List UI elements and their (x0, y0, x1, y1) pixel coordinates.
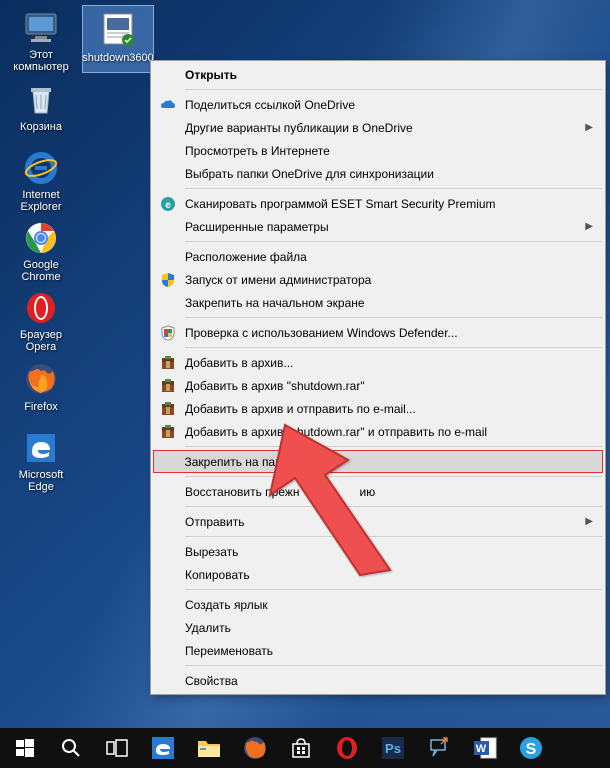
winrar-icon (159, 377, 177, 395)
computer-icon (21, 9, 61, 47)
search-button[interactable] (48, 728, 94, 768)
ie-icon (21, 149, 61, 187)
chrome-icon (21, 219, 61, 257)
winrar-icon (159, 400, 177, 418)
taskbar-firefox[interactable] (232, 728, 278, 768)
taskbar-photoshop[interactable]: Ps (370, 728, 416, 768)
menu-eset-scan[interactable]: e Сканировать программой ESET Smart Secu… (153, 192, 603, 215)
trash-icon (21, 79, 61, 119)
firefox-icon[interactable]: Firefox (5, 355, 77, 423)
menu-properties[interactable]: Свойства (153, 669, 603, 692)
menu-add-rar-email[interactable]: Добавить в архив "shutdown.rar" и отправ… (153, 420, 603, 443)
menu-onedrive-other[interactable]: Другие варианты публикации в OneDrive▶ (153, 116, 603, 139)
start-button[interactable] (2, 728, 48, 768)
menu-view-internet[interactable]: Просмотреть в Интернете (153, 139, 603, 162)
menu-pin-start[interactable]: Закрепить на начальном экране (153, 291, 603, 314)
batch-file-icon (98, 10, 138, 50)
menu-add-archive[interactable]: Добавить в архив... (153, 351, 603, 374)
onedrive-icon (159, 96, 177, 114)
menu-add-email[interactable]: Добавить в архив и отправить по e-mail..… (153, 397, 603, 420)
defender-icon (159, 324, 177, 342)
menu-onedrive-share[interactable]: Поделиться ссылкой OneDrive (153, 93, 603, 116)
taskbar-app1[interactable] (416, 728, 462, 768)
opera-icon[interactable]: Браузер Opera (5, 285, 77, 353)
label: Браузер Opera (5, 329, 77, 353)
edge-icon[interactable]: Microsoft Edge (5, 425, 77, 493)
label: Internet Explorer (5, 189, 77, 213)
menu-run-admin[interactable]: Запуск от имени администратора (153, 268, 603, 291)
taskbar-explorer[interactable] (186, 728, 232, 768)
context-menu: Открыть Поделиться ссылкой OneDrive Друг… (150, 60, 606, 695)
label: Microsoft Edge (5, 469, 77, 493)
winrar-icon (159, 423, 177, 441)
menu-defender[interactable]: Проверка с использованием Windows Defend… (153, 321, 603, 344)
menu-add-rar[interactable]: Добавить в архив "shutdown.rar" (153, 374, 603, 397)
taskbar-opera[interactable] (324, 728, 370, 768)
chevron-right-icon: ▶ (585, 516, 593, 527)
recycle-bin-icon[interactable]: Корзина (5, 75, 77, 143)
menu-eset-advanced[interactable]: Расширенные параметры▶ (153, 215, 603, 238)
label: shutdown3600 (82, 52, 154, 64)
taskbar: Ps W S (0, 728, 610, 768)
task-view-button[interactable] (94, 728, 140, 768)
firefox-icon (21, 359, 61, 399)
shield-icon (159, 271, 177, 289)
label: Google Chrome (5, 259, 77, 283)
desktop-icons-area: Этот компьютер shutdown3600 Корзина Inte… (5, 5, 154, 493)
chrome-icon[interactable]: Google Chrome (5, 215, 77, 283)
svg-text:Ps: Ps (385, 741, 401, 756)
edge-icon (21, 429, 61, 467)
svg-text:e: e (165, 200, 171, 211)
menu-file-location[interactable]: Расположение файла (153, 245, 603, 268)
menu-cut[interactable]: Вырезать (153, 540, 603, 563)
label: Корзина (20, 121, 62, 133)
taskbar-skype[interactable]: S (508, 728, 554, 768)
winrar-icon (159, 354, 177, 372)
opera-icon (21, 289, 61, 327)
ie-icon[interactable]: Internet Explorer (5, 145, 77, 213)
menu-send-to[interactable]: Отправить▶ (153, 510, 603, 533)
chevron-right-icon: ▶ (585, 122, 593, 133)
menu-create-shortcut[interactable]: Создать ярлык (153, 593, 603, 616)
menu-rename[interactable]: Переименовать (153, 639, 603, 662)
menu-onedrive-sync[interactable]: Выбрать папки OneDrive для синхронизации (153, 162, 603, 185)
taskbar-edge[interactable] (140, 728, 186, 768)
menu-open[interactable]: Открыть (153, 63, 603, 86)
taskbar-word[interactable]: W (462, 728, 508, 768)
svg-text:W: W (476, 743, 487, 755)
menu-copy[interactable]: Копировать (153, 563, 603, 586)
this-pc-icon[interactable]: Этот компьютер (5, 5, 77, 73)
menu-pin-taskbar[interactable]: Закрепить на панели задач (153, 450, 603, 473)
shutdown-file-icon[interactable]: shutdown3600 (82, 5, 154, 73)
taskbar-store[interactable] (278, 728, 324, 768)
menu-restore-prev[interactable]: Восстановить прежнию (153, 480, 603, 503)
eset-icon: e (159, 195, 177, 213)
label: Firefox (24, 401, 58, 413)
menu-delete[interactable]: Удалить (153, 616, 603, 639)
chevron-right-icon: ▶ (585, 221, 593, 232)
svg-text:S: S (526, 741, 537, 758)
label: Этот компьютер (5, 49, 77, 73)
